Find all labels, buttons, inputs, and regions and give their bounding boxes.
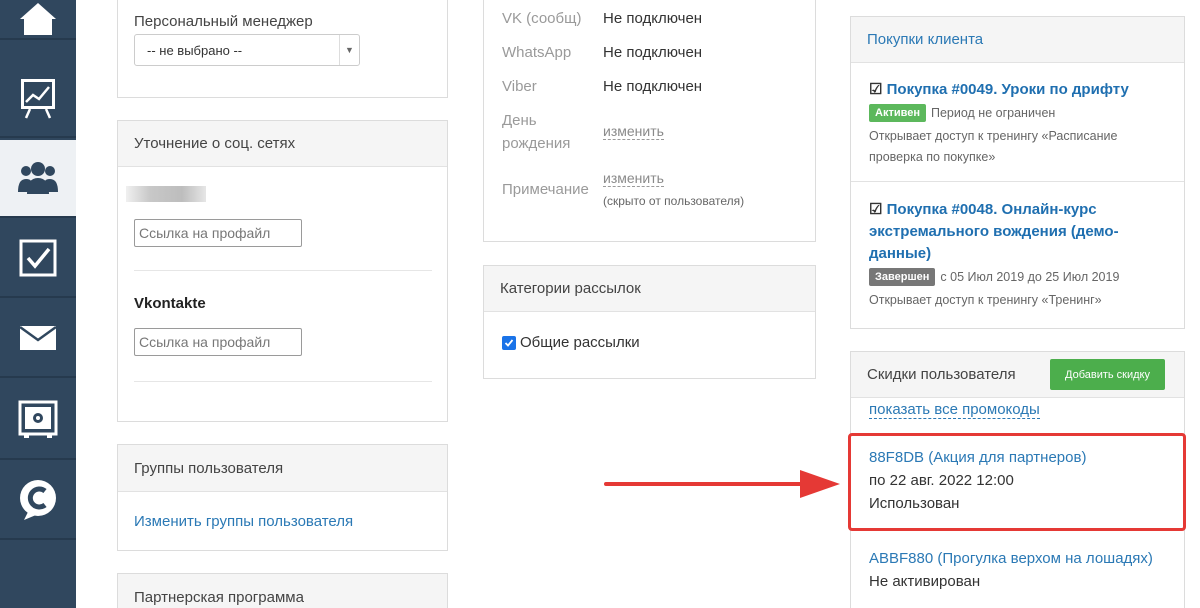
profile-link-input[interactable]: Ссылка на профайл xyxy=(134,219,302,247)
purchase-item: ☑ Покупка #0048. Онлайн-курс экстремальн… xyxy=(869,199,1169,311)
mailing-checkbox[interactable] xyxy=(502,335,516,350)
check-square-icon: ☑ xyxy=(869,81,883,98)
show-all-promocodes-link[interactable]: показать все промокоды xyxy=(869,401,1040,419)
viber-label: Viber xyxy=(502,78,537,95)
purchases-panel-title: Покупки клиента xyxy=(851,17,1184,63)
purchase-title-text: экстремального вождения (демо- xyxy=(869,223,1119,240)
divider xyxy=(134,381,432,382)
vk-label: VK (сообщ) xyxy=(502,10,582,27)
status-badge: Завершен xyxy=(869,268,936,286)
sidebar-item-tasks[interactable] xyxy=(0,220,76,298)
purchases-panel: Покупки клиента ☑ Покупка #0049. Уроки п… xyxy=(850,16,1185,329)
social-panel-title: Уточнение о соц. сетях xyxy=(118,121,447,167)
discount-code-link[interactable]: ABBF880 xyxy=(869,550,933,567)
partner-panel-title: Партнерская программа xyxy=(118,574,447,608)
purchase-title[interactable]: ☑ Покупка #0049. Уроки по дрифту xyxy=(869,79,1169,101)
arrow-right-icon xyxy=(604,470,840,498)
vkontakte-profile-input[interactable]: Ссылка на профайл xyxy=(134,328,302,356)
discounts-title-text: Скидки пользователя xyxy=(867,366,1016,383)
whatsapp-label: WhatsApp xyxy=(502,44,572,61)
divider xyxy=(134,270,432,271)
check-square-icon: ☑ xyxy=(869,201,883,218)
discount-code-line: ABBF880 (Прогулка верхом на лошадях) xyxy=(869,547,1153,570)
chevron-down-icon: ▼ xyxy=(339,35,359,65)
note-label: Примечание xyxy=(502,181,589,198)
purchase-access: Открывает доступ к тренингу «Тренинг» xyxy=(869,290,1169,311)
checkbox-icon xyxy=(19,239,57,277)
purchase-period: с 05 Июл 2019 до 25 Июл 2019 xyxy=(940,270,1120,284)
sidebar-filler xyxy=(0,542,76,608)
vkontakte-label: Vkontakte xyxy=(134,295,206,312)
manager-select-value: -- не выбрано -- xyxy=(147,42,243,58)
viber-status: Не подключен xyxy=(603,78,703,95)
partner-panel: Партнерская программа xyxy=(117,573,448,608)
add-discount-button[interactable]: Добавить скидку xyxy=(1050,359,1165,390)
mailing-panel-title: Категории рассылок xyxy=(484,266,815,312)
sidebar-item-reports[interactable] xyxy=(0,60,76,138)
birthday-edit-link[interactable]: изменить xyxy=(603,123,664,141)
purchase-access-line: Открывает доступ к тренингу «Расписание xyxy=(869,129,1118,143)
purchase-item: ☑ Покупка #0049. Уроки по дрифту Активен… xyxy=(869,79,1169,168)
note-hint: (скрыто от пользователя) xyxy=(603,194,745,208)
note-edit-link[interactable]: изменить xyxy=(603,170,664,188)
users-icon xyxy=(18,162,58,194)
chart-board-icon xyxy=(21,79,55,119)
purchase-title[interactable]: ☑ Покупка #0048. Онлайн-курс экстремальн… xyxy=(869,199,1169,265)
purchase-title-text: данные) xyxy=(869,245,932,262)
change-groups-link[interactable]: Изменить группы пользователя xyxy=(134,513,353,530)
purchase-status-row: Завершен с 05 Июл 2019 до 25 Июл 2019 xyxy=(869,268,1169,286)
birthday-edit-text: изменить xyxy=(603,123,664,140)
groups-panel: Группы пользователя Изменить группы поль… xyxy=(117,444,448,551)
status-badge: Активен xyxy=(869,104,926,122)
purchase-access-line: проверка по покупке» xyxy=(869,150,996,164)
purchases-title-text[interactable]: Покупки клиента xyxy=(867,31,983,48)
birthday-label-line1: День xyxy=(502,112,537,129)
purchase-title-text: Покупка #0049. Уроки по дрифту xyxy=(886,81,1129,98)
mail-icon xyxy=(19,325,57,350)
manager-panel: Персональный менеджер -- не выбрано -- ▼ xyxy=(117,0,448,98)
sidebar-item-mail[interactable] xyxy=(0,300,76,378)
sidebar-item-safe[interactable] xyxy=(0,382,76,460)
main-sidebar xyxy=(0,0,76,608)
whatsapp-status: Не подключен xyxy=(603,44,703,61)
purchase-period: Период не ограничен xyxy=(930,106,1056,120)
purchase-title-text: Покупка #0048. Онлайн-курс xyxy=(886,201,1097,218)
sidebar-item-home[interactable] xyxy=(0,0,76,40)
purchase-status-row: Активен Период не ограничен xyxy=(869,104,1169,122)
social-panel: Уточнение о соц. сетях Ссылка на профайл… xyxy=(117,120,448,422)
discount-status: Не активирован xyxy=(869,573,981,590)
divider xyxy=(851,181,1184,182)
purchase-access: Открывает доступ к тренингу «Расписание … xyxy=(869,126,1169,168)
safe-icon xyxy=(18,400,58,438)
blurred-network-name xyxy=(126,186,206,202)
discount-name-link[interactable]: (Прогулка верхом на лошадях) xyxy=(937,550,1153,567)
home-icon xyxy=(20,3,56,35)
sidebar-item-brand[interactable] xyxy=(0,462,76,540)
highlight-box xyxy=(848,433,1186,531)
vk-status: Не подключен xyxy=(603,10,703,27)
manager-label: Персональный менеджер xyxy=(134,13,313,30)
checkmark-icon xyxy=(504,338,514,347)
purchase-access-line: Открывает доступ к тренингу «Тренинг» xyxy=(869,293,1102,307)
manager-select[interactable]: -- не выбрано -- ▼ xyxy=(134,34,360,66)
discount-item: ABBF880 (Прогулка верхом на лошадях) Не … xyxy=(869,547,1153,593)
sidebar-item-users[interactable] xyxy=(0,140,76,218)
mailing-option-label: Общие рассылки xyxy=(520,334,640,351)
brand-c-icon xyxy=(20,480,56,520)
note-edit-text: изменить xyxy=(603,170,664,187)
mailing-panel: Категории рассылок Общие рассылки xyxy=(483,265,816,379)
contacts-panel: VK (сообщ) Не подключен WhatsApp Не подк… xyxy=(483,0,816,242)
groups-panel-title: Группы пользователя xyxy=(118,445,447,492)
birthday-label-line2: рождения xyxy=(502,135,571,152)
mailing-option[interactable]: Общие рассылки xyxy=(502,334,640,351)
